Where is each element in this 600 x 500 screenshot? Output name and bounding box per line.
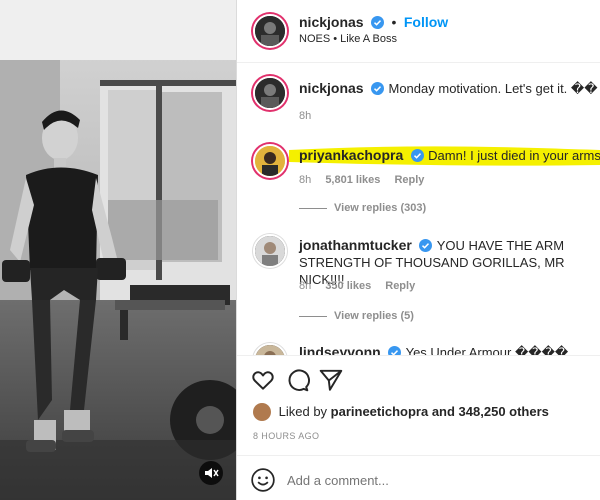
send-icon[interactable] (318, 367, 344, 393)
reply-button[interactable]: Reply (394, 174, 424, 186)
comment-item: lindseyvonn Yes Under Armour ���� (237, 339, 600, 355)
comment-meta: 8h 5,801 likes Reply (299, 174, 435, 186)
comment-item: jonathanmtucker YOU HAVE THE ARM STRENGT… (237, 230, 600, 310)
view-replies-button[interactable]: View replies (303) (334, 202, 426, 214)
emoji-icon[interactable] (250, 467, 276, 493)
liker-avatar[interactable] (253, 403, 271, 421)
comment-time[interactable]: 8h (299, 174, 311, 186)
caption-username[interactable]: nickjonas (299, 80, 364, 96)
post-subtitle[interactable]: NOES • Like A Boss (299, 33, 397, 45)
caption: nickjonas Monday motivation. Let's get i… (237, 70, 600, 130)
comment-composer (237, 455, 600, 500)
avatar[interactable] (253, 343, 287, 355)
mute-button[interactable] (199, 461, 223, 485)
liked-by-user[interactable]: parineetichopra (331, 404, 429, 419)
post-username[interactable]: nickjonas (299, 14, 364, 30)
avatar[interactable] (253, 14, 287, 48)
video-frame (0, 0, 236, 500)
view-replies-line (299, 208, 327, 209)
avatar[interactable] (253, 234, 287, 268)
verified-badge-icon (388, 346, 402, 355)
liked-by-rest[interactable]: and 348,250 others (432, 404, 549, 419)
comment-meta: 8h 350 likes Reply (299, 280, 426, 292)
muted-speaker-icon (205, 468, 219, 478)
comment-text: Yes Under Armour ���� (405, 345, 569, 355)
comment-text: Damn! I just died in your arms... � � � (428, 148, 600, 163)
post-header: nickjonas • Follow NOES • Like A Boss (237, 0, 600, 63)
separator-dot: • (391, 14, 397, 30)
verified-badge-icon (419, 239, 433, 252)
verified-badge-icon (371, 82, 385, 95)
comment-username[interactable]: lindseyvonn (299, 344, 381, 355)
liked-by-prefix: Liked by (278, 404, 328, 419)
comment-likes[interactable]: 5,801 likes (325, 174, 380, 186)
view-replies-line (299, 316, 327, 317)
action-bar (237, 355, 600, 402)
add-comment-input[interactable] (285, 467, 579, 493)
post-video[interactable] (0, 0, 236, 500)
follow-button[interactable]: Follow (404, 14, 448, 30)
liked-by: Liked by parineetichopra and 348,250 oth… (253, 403, 549, 421)
post-timestamp[interactable]: 8 HOURS AGO (253, 431, 319, 441)
caption-time[interactable]: 8h (299, 110, 311, 122)
avatar[interactable] (253, 144, 287, 178)
comment-username[interactable]: priyankachopra (299, 147, 403, 163)
verified-badge-icon (410, 149, 424, 162)
reply-button[interactable]: Reply (385, 280, 415, 292)
comment-likes[interactable]: 350 likes (325, 280, 371, 292)
verified-badge-icon (371, 16, 385, 29)
heart-icon[interactable] (250, 367, 276, 393)
post-details-panel: nickjonas • Follow NOES • Like A Boss ni… (236, 0, 600, 500)
avatar[interactable] (253, 76, 287, 110)
caption-text: Monday motivation. Let's get it. �� (388, 81, 598, 96)
comment-username[interactable]: jonathanmtucker (299, 237, 412, 253)
comment-time[interactable]: 8h (299, 280, 311, 292)
comment-icon[interactable] (284, 367, 310, 393)
view-replies-button[interactable]: View replies (5) (334, 310, 414, 322)
